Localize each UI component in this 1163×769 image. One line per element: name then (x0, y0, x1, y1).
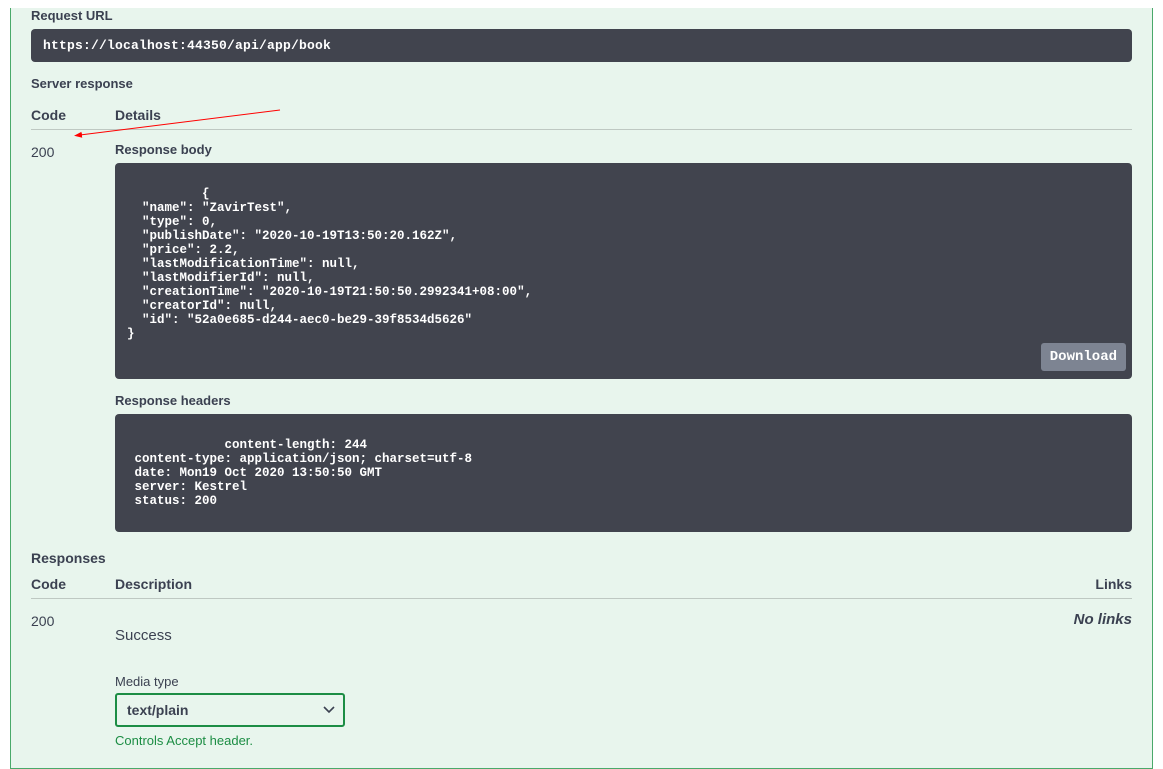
request-url-label: Request URL (31, 8, 1132, 23)
responses-row: 200 Success Media type text/plain Contro… (31, 599, 1132, 748)
response-body-label: Response body (115, 142, 1132, 157)
col-code-header-2: Code (31, 576, 115, 592)
response-body-block: { "name": "ZavirTest", "type": 0, "publi… (115, 163, 1132, 379)
response-body-text: { "name": "ZavirTest", "type": 0, "publi… (127, 187, 532, 341)
accept-header-note: Controls Accept header. (115, 733, 1052, 748)
media-type-select-wrap[interactable]: text/plain (115, 693, 345, 727)
media-type-select[interactable]: text/plain (115, 693, 345, 727)
swagger-operation-panel: Request URL https://localhost:44350/api/… (10, 8, 1153, 769)
response-headers-block: content-length: 244 content-type: applic… (115, 414, 1132, 532)
response-code: 200 (31, 142, 115, 160)
responses-label: Responses (31, 550, 1132, 566)
responses-table-header: Code Description Links (31, 566, 1132, 599)
col-details-header: Details (115, 107, 1132, 123)
media-type-label: Media type (115, 674, 1052, 689)
col-description-header: Description (115, 576, 1052, 592)
download-button[interactable]: Download (1041, 343, 1126, 371)
no-links-text: No links (1074, 611, 1132, 628)
col-code-header: Code (31, 107, 115, 123)
response-headers-text: content-length: 244 content-type: applic… (127, 438, 472, 508)
request-url-value: https://localhost:44350/api/app/book (31, 29, 1132, 62)
response-table-header: Code Details (31, 97, 1132, 130)
server-response-row: 200 Response body { "name": "ZavirTest",… (31, 130, 1132, 532)
col-links-header: Links (1052, 576, 1132, 592)
server-response-label: Server response (31, 76, 1132, 91)
responses-code: 200 (31, 611, 115, 629)
response-headers-label: Response headers (115, 393, 1132, 408)
success-description: Success (115, 627, 1052, 644)
